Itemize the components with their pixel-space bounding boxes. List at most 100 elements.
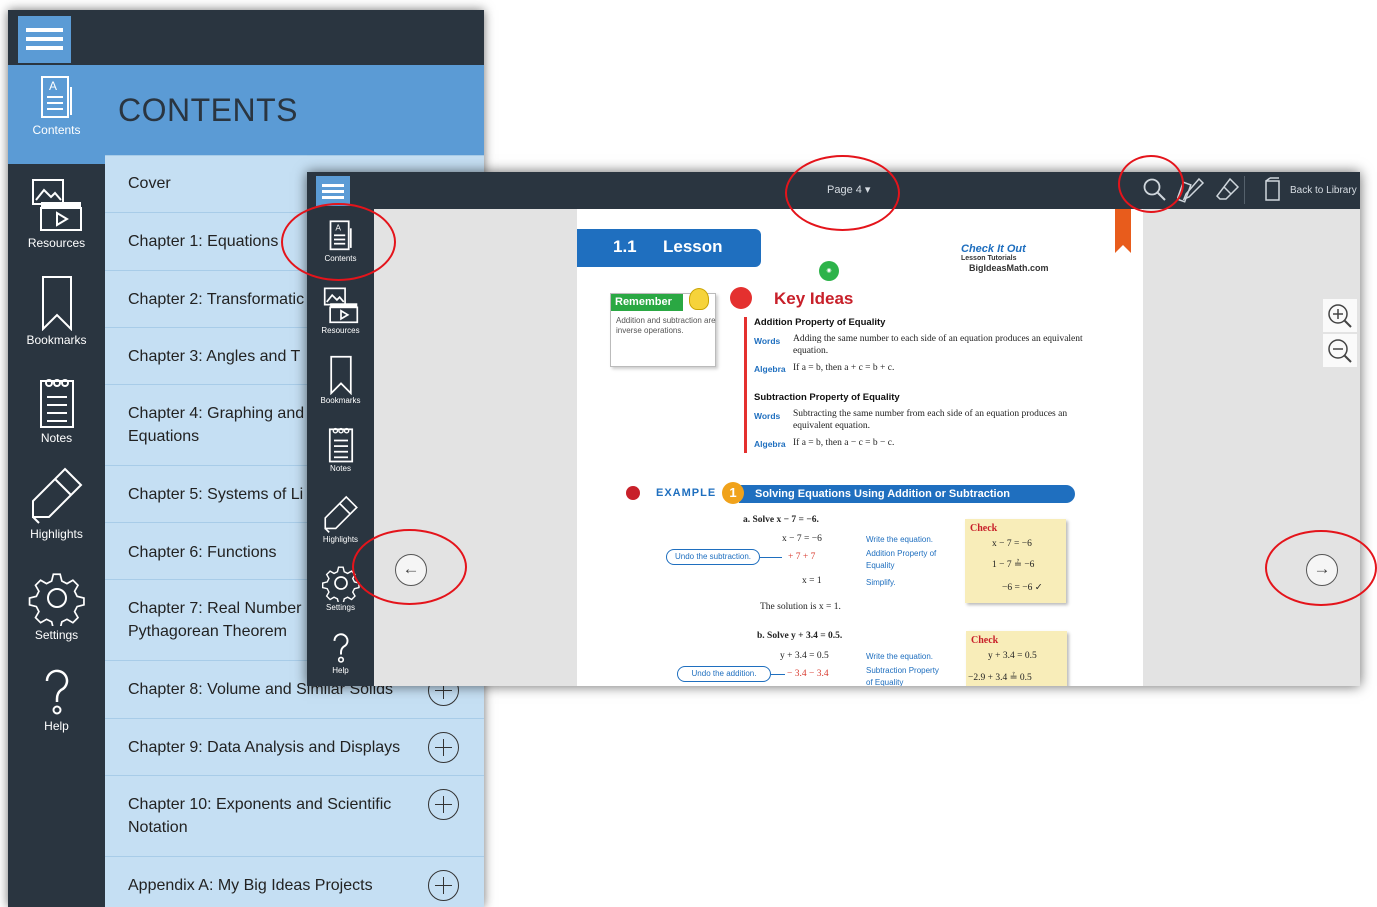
solution-a: The solution is x = 1. — [760, 602, 841, 612]
algebra-label: Algebra — [754, 439, 786, 449]
eraser-icon[interactable] — [1214, 177, 1240, 203]
back-to-library-link[interactable]: Back to Library — [1290, 185, 1357, 196]
check-title: Check — [970, 523, 998, 534]
key-ideas-icon — [730, 287, 752, 309]
sidebar-item-label: Bookmarks — [320, 396, 361, 405]
sidebar-item-settings[interactable]: Settings — [8, 570, 105, 642]
reader-window: Page 4 ▾ Back to Library A Contents Reso… — [307, 172, 1360, 686]
remember-box: Remember Addition and subtraction are in… — [610, 288, 716, 367]
lightbulb-icon — [689, 288, 709, 310]
top-bar — [8, 10, 484, 65]
addition-words: Adding the same number to each side of a… — [793, 334, 1083, 356]
words-label: Words — [754, 411, 781, 421]
sidebar-item-notes[interactable]: Notes — [307, 425, 374, 473]
gear-icon — [28, 573, 85, 626]
sidebar-item-label: Notes — [40, 431, 73, 445]
sidebar-item-label: Bookmarks — [26, 333, 87, 347]
annotation-ellipse — [352, 529, 467, 605]
hamburger-menu-icon[interactable] — [18, 16, 71, 63]
sidebar-item-label: Help — [44, 719, 69, 733]
part-a-line3: x = 1 — [802, 576, 822, 586]
audio-icon[interactable]: ◉ — [819, 261, 839, 281]
arrow — [771, 674, 785, 675]
sidebar-item-label: Resources — [321, 326, 360, 335]
sidebar-item-notes[interactable]: Notes — [8, 375, 105, 445]
zoom-out-icon — [1328, 339, 1352, 363]
part-a-line2: + 7 + 7 — [788, 552, 816, 562]
page-title: CONTENTS — [118, 92, 298, 128]
bookmark-icon — [329, 355, 352, 395]
expand-plus-icon[interactable] — [428, 789, 459, 820]
check-box-b: Check y + 3.4 = 0.5 −2.9 + 3.4 ≟ 0.5 — [966, 631, 1067, 686]
part-b-line1: y + 3.4 = 0.5 — [780, 651, 829, 661]
library-book-icon[interactable] — [1262, 177, 1282, 203]
sidebar-item-bookmarks[interactable]: Bookmarks — [8, 275, 105, 347]
svg-text:A: A — [49, 79, 57, 93]
annotation-ellipse — [1118, 155, 1184, 213]
sidebar-item-help[interactable]: Help — [307, 631, 374, 675]
key-ideas-divider — [744, 317, 747, 453]
sidebar-item-contents[interactable]: A Contents — [8, 65, 105, 164]
toc-item[interactable]: Chapter 10: Exponents and Scientific Nota… — [105, 775, 484, 856]
annotation-ellipse — [1265, 530, 1377, 606]
sidebar-item-label: Settings — [34, 628, 79, 642]
check-box-a: Check x − 7 = −6 1 − 7 ≟ −6 −6 = −6 ✓ — [965, 519, 1066, 603]
toc-item[interactable]: Appendix A: My Big Ideas Projects — [105, 856, 484, 907]
bookmark-ribbon-icon[interactable] — [1115, 209, 1131, 253]
sidebar-item-highlights[interactable]: Highlights — [307, 494, 374, 544]
subtraction-algebra: If a = b, then a − c = b − c. — [793, 438, 895, 448]
note-subtraction-property: Subtraction Property of Equality — [866, 666, 939, 686]
notes-icon — [328, 427, 353, 463]
toc-item-label-line2: Notation — [128, 819, 188, 836]
lesson-word: Lesson — [663, 237, 723, 256]
resources-icon — [323, 287, 358, 324]
check-a-line3: −6 = −6 ✓ — [1002, 583, 1043, 593]
expand-plus-icon[interactable] — [428, 732, 459, 763]
sidebar-item-label: Highlights — [30, 527, 83, 541]
example-word: EXAMPLE — [656, 487, 717, 499]
hamburger-menu-icon[interactable] — [316, 176, 350, 206]
part-b-prompt: b. Solve y + 3.4 = 0.5. — [757, 631, 843, 641]
sidebar-item-help[interactable]: Help — [8, 667, 105, 733]
note-addition-property: Addition Property of Equality — [866, 549, 937, 570]
subtraction-words: Subtracting the same number from each si… — [793, 409, 1068, 431]
remember-title: Remember — [611, 294, 683, 311]
part-a-prompt: a. Solve x − 7 = −6. — [743, 515, 819, 525]
zoom-out-button[interactable] — [1323, 334, 1357, 367]
example-title: Solving Equations Using Addition or Subt… — [739, 485, 1075, 503]
sidebar-item-label: Contents — [32, 123, 81, 137]
sidebar-item-label: Resources — [27, 236, 86, 250]
undo-subtraction-note: Undo the subtraction. — [666, 549, 760, 565]
example-play-icon[interactable] — [626, 486, 640, 500]
check-it-out-logo[interactable]: Check It Out Lesson Tutorials BigIdeasMa… — [961, 243, 1073, 279]
lesson-tutorials-text: Lesson Tutorials — [961, 255, 1017, 262]
annotation-ellipse — [281, 203, 396, 281]
algebra-label: Algebra — [754, 364, 786, 374]
addition-algebra: If a = b, then a + c = b + c. — [793, 363, 895, 373]
zoom-in-button[interactable] — [1323, 299, 1357, 332]
sidebar-item-label: Notes — [330, 464, 351, 473]
part-b-line2: − 3.4 − 3.4 — [787, 669, 829, 679]
toc-item[interactable]: Chapter 9: Data Analysis and Displays — [105, 718, 484, 775]
notes-icon — [39, 379, 74, 428]
sidebar-item-bookmarks[interactable]: Bookmarks — [307, 355, 374, 405]
example-number: 1 — [722, 482, 744, 504]
annotation-ellipse — [785, 155, 900, 231]
contents-header: CONTENTS — [105, 65, 484, 155]
expand-plus-icon[interactable] — [428, 870, 459, 901]
bookmark-icon — [41, 276, 72, 331]
key-ideas-title: Key Ideas — [774, 289, 854, 308]
highlighter-icon — [323, 495, 358, 533]
sidebar-item-label: Settings — [326, 603, 355, 612]
check-a-line1: x − 7 = −6 — [992, 539, 1032, 549]
sidebar-item-resources[interactable]: Resources — [307, 287, 374, 335]
note-simplify: Simplify. — [866, 578, 896, 587]
lesson-header: 1.1 Lesson — [577, 229, 761, 267]
contents-icon: A — [40, 76, 72, 118]
sidebar-item-highlights[interactable]: Highlights — [8, 465, 105, 541]
site-text: BigIdeasMath.com — [969, 263, 1049, 273]
book-page: 1.1 Lesson Check It Out Lesson Tutorials… — [577, 209, 1143, 686]
note-write-equation: Write the equation. — [866, 535, 934, 544]
sidebar-item-resources[interactable]: Resources — [8, 178, 105, 250]
sidebar-rail: A Contents Resources Bookmarks Notes Hig… — [8, 65, 105, 907]
